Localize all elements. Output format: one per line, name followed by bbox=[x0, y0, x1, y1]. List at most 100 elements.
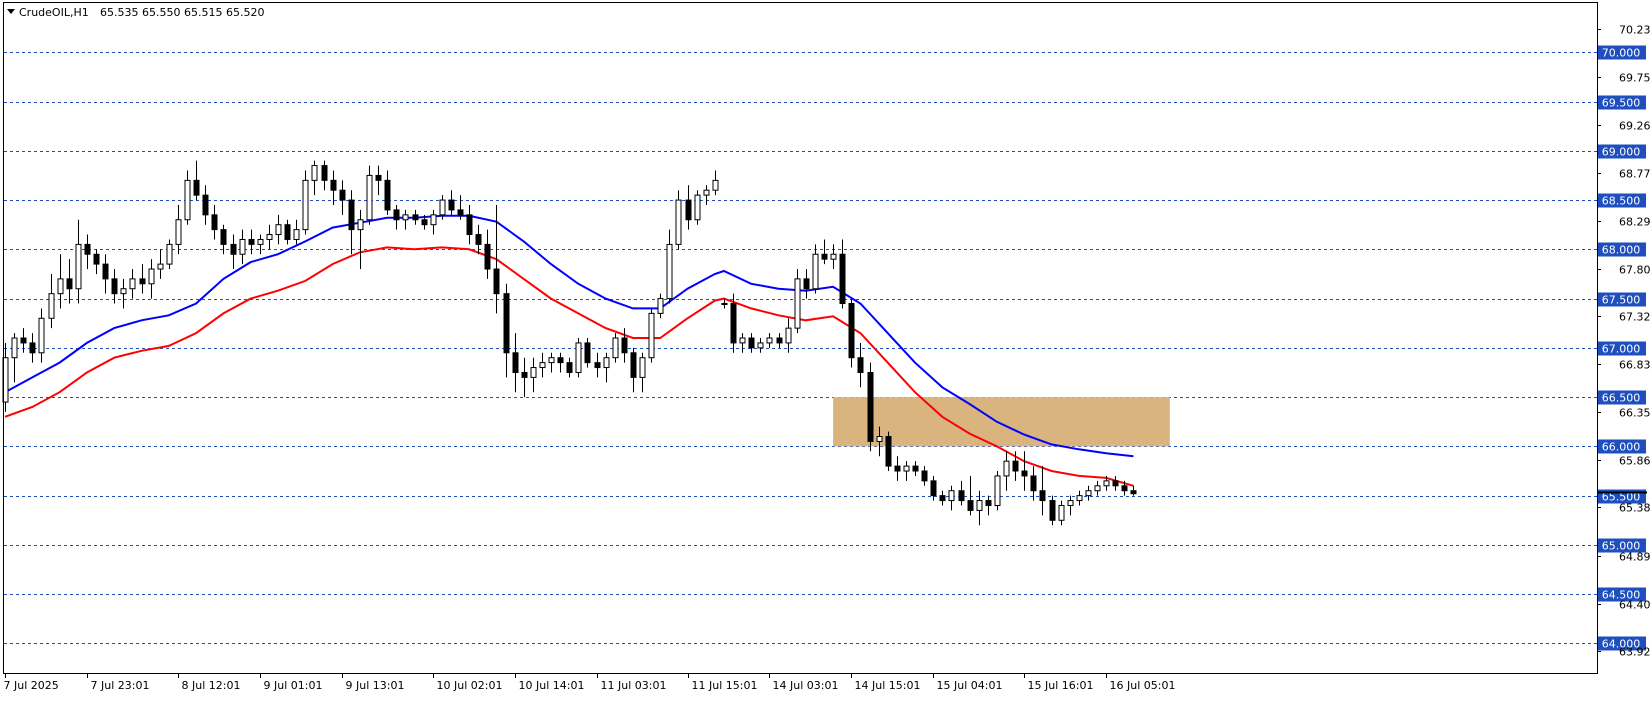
price-axis[interactable]: 70.000 69.500 69.000 68.500 68.000 67.500 67.0… bbox=[1597, 24, 1651, 659]
price-level-label: 69.000 bbox=[1602, 146, 1641, 159]
candle bbox=[139, 264, 146, 294]
candle-body-bull bbox=[812, 253, 819, 290]
candle-body-bull bbox=[548, 357, 555, 364]
candle-body-bull bbox=[712, 179, 719, 191]
candle bbox=[566, 357, 573, 378]
candle-body-bull bbox=[539, 362, 546, 369]
candle-body-bear bbox=[930, 480, 937, 497]
candle bbox=[666, 229, 673, 304]
candle bbox=[675, 190, 682, 250]
time-tick-label: 15 Jul 16:01 bbox=[1028, 679, 1094, 692]
price-level-label: 66.500 bbox=[1602, 392, 1641, 405]
candle-body-bear bbox=[93, 253, 100, 265]
candle bbox=[985, 495, 992, 516]
candle-body-bull bbox=[785, 327, 792, 344]
candle bbox=[639, 352, 646, 393]
candle bbox=[393, 204, 400, 230]
candle bbox=[776, 333, 783, 348]
candle-body-bear bbox=[630, 352, 637, 378]
candle bbox=[1030, 466, 1037, 501]
candle bbox=[321, 160, 328, 191]
candle-body-bull bbox=[302, 179, 309, 231]
candle bbox=[157, 249, 164, 279]
time-tick-label: 11 Jul 03:01 bbox=[601, 679, 667, 692]
price-tick-label: 67.320 bbox=[1619, 311, 1651, 324]
candle bbox=[530, 357, 537, 393]
candle-body-bear bbox=[821, 253, 828, 260]
price-chart[interactable]: 70.000 69.500 69.000 68.500 68.000 67.500 67.0… bbox=[0, 0, 1651, 705]
price-tick-label: 67.805 bbox=[1619, 264, 1651, 277]
candle bbox=[311, 160, 318, 196]
candle bbox=[803, 269, 810, 299]
candle-body-bull bbox=[1067, 500, 1074, 506]
price-level-label: 67.500 bbox=[1602, 294, 1641, 307]
candle bbox=[885, 431, 892, 472]
plot-frame bbox=[3, 2, 1598, 674]
candle bbox=[948, 485, 955, 511]
candle-body-bull bbox=[657, 298, 664, 314]
candle bbox=[1021, 451, 1028, 491]
candle bbox=[685, 185, 692, 230]
candle bbox=[402, 209, 409, 230]
candle bbox=[1049, 495, 1056, 526]
candle-body-bear bbox=[466, 214, 473, 236]
candle-body-bear bbox=[594, 362, 601, 369]
price-tick-label: 69.265 bbox=[1619, 120, 1651, 133]
candle bbox=[703, 185, 710, 205]
candle bbox=[184, 170, 191, 225]
candle bbox=[11, 333, 18, 383]
candle-body-bear bbox=[248, 238, 255, 245]
candle bbox=[512, 333, 519, 393]
candle bbox=[248, 229, 255, 255]
candle bbox=[594, 352, 601, 378]
candle bbox=[830, 244, 837, 270]
resistance-zone[interactable] bbox=[833, 397, 1170, 447]
candle-body-bear bbox=[985, 500, 992, 506]
triangle-down-icon[interactable] bbox=[7, 9, 15, 14]
candle bbox=[412, 209, 419, 225]
candle-body-bull bbox=[1094, 485, 1101, 492]
price-tick-label: 64.890 bbox=[1619, 551, 1651, 564]
candle bbox=[812, 244, 819, 294]
candle bbox=[84, 234, 91, 270]
candle bbox=[976, 490, 983, 526]
chart-window[interactable]: 70.000 69.500 69.000 68.500 68.000 67.500 67.0… bbox=[0, 0, 1651, 705]
candle bbox=[129, 269, 136, 299]
candle-body-bull bbox=[903, 465, 910, 472]
candle bbox=[848, 298, 855, 368]
candle bbox=[148, 259, 155, 299]
candle-body-bull bbox=[666, 243, 673, 300]
price-tick-label: 70.235 bbox=[1619, 24, 1651, 37]
candle bbox=[1039, 466, 1046, 516]
candle-body-bull bbox=[766, 337, 773, 344]
candle-body-bear bbox=[339, 189, 346, 201]
candle bbox=[257, 234, 264, 255]
candle bbox=[1130, 485, 1137, 496]
candle-body-bear bbox=[958, 490, 965, 502]
candle-body-bull bbox=[166, 243, 173, 265]
candle-body-bear bbox=[412, 214, 419, 221]
time-axis[interactable]: 7 Jul 2025 7 Jul 23:01 8 Jul 12:01 9 Jul 01… bbox=[4, 673, 1176, 692]
candle-body-bull bbox=[830, 253, 837, 260]
candle-body-bull bbox=[257, 238, 264, 245]
candle-body-bear bbox=[685, 199, 692, 221]
candle bbox=[766, 333, 773, 348]
time-tick-label: 14 Jul 15:01 bbox=[855, 679, 921, 692]
candle bbox=[57, 254, 64, 309]
candle bbox=[29, 333, 36, 363]
time-tick-label: 11 Jul 15:01 bbox=[692, 679, 758, 692]
candle-body-bull bbox=[575, 342, 582, 373]
candle bbox=[1003, 451, 1010, 491]
candle bbox=[867, 362, 874, 452]
ohlc-readout: 65.535 65.550 65.515 65.520 bbox=[100, 6, 264, 19]
candle-body-bull bbox=[703, 189, 710, 196]
candle-body-bull bbox=[1076, 495, 1083, 502]
candle bbox=[857, 342, 864, 388]
candle-body-bear bbox=[1030, 475, 1037, 492]
price-level-label: 68.000 bbox=[1602, 244, 1641, 257]
candle-body-bear bbox=[967, 500, 974, 511]
candle bbox=[484, 229, 491, 279]
candle-body-bear bbox=[421, 219, 428, 226]
time-tick-label: 15 Jul 04:01 bbox=[937, 679, 1003, 692]
candle-body-bear bbox=[202, 194, 209, 216]
